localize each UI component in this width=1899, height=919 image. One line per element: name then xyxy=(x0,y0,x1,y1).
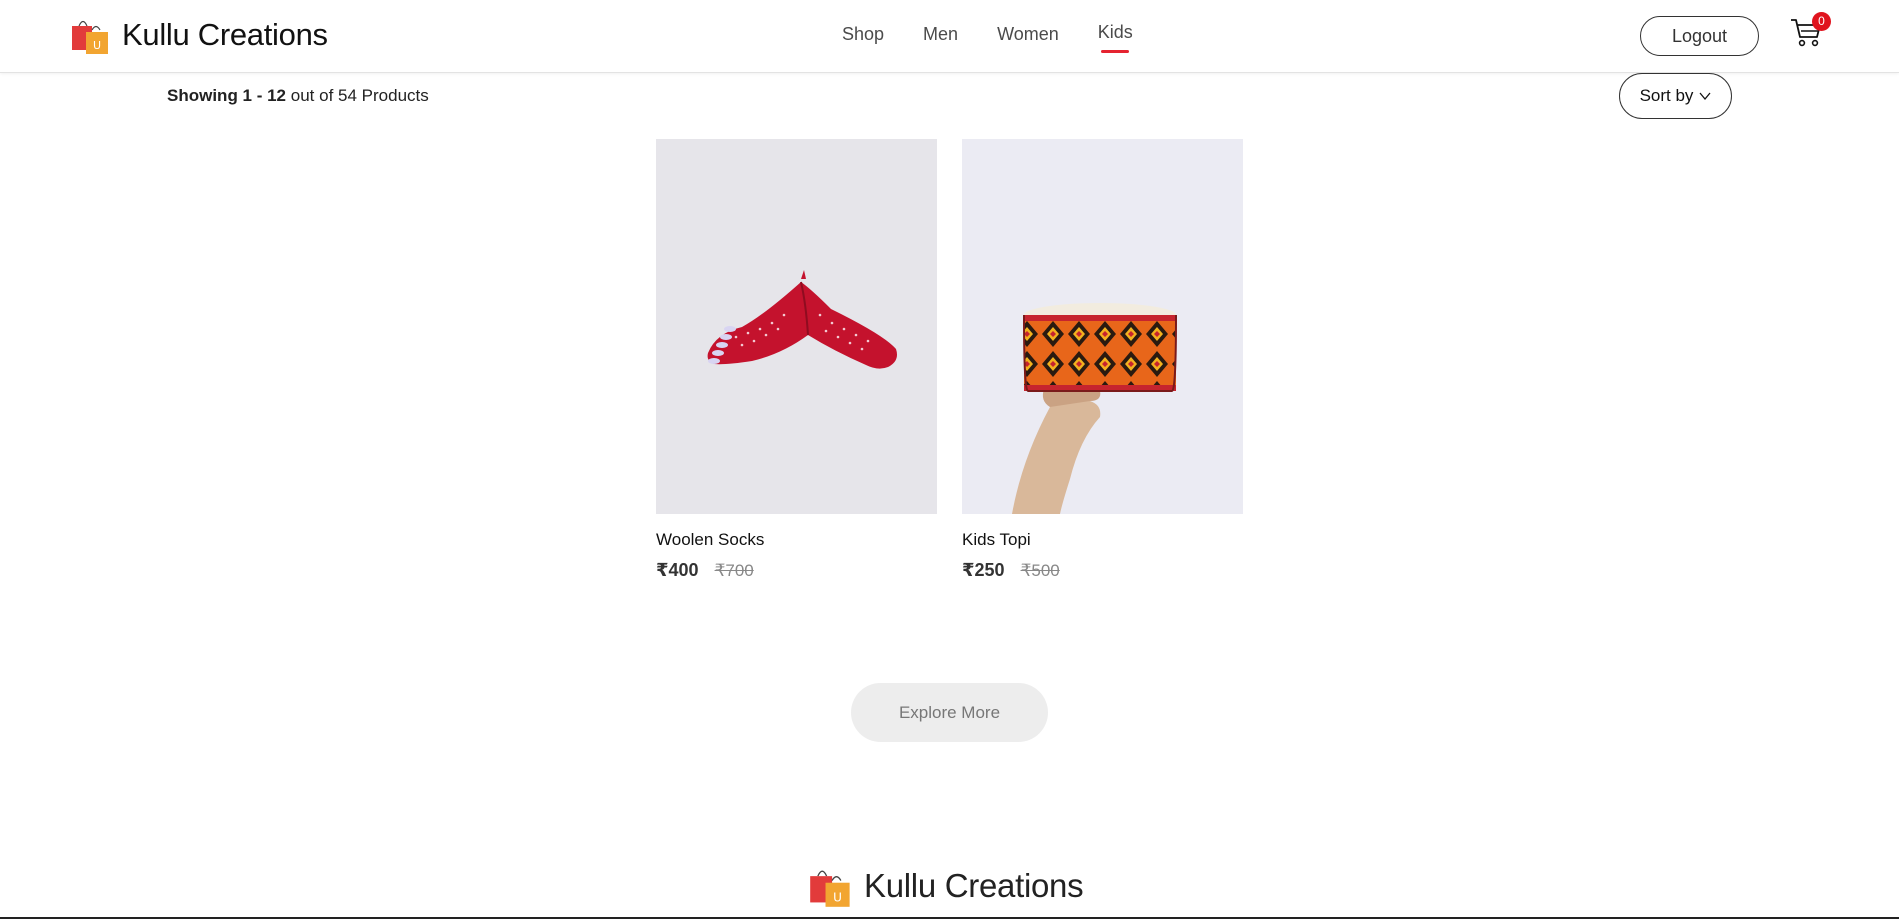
product-image[interactable] xyxy=(962,139,1243,514)
woolen-socks-image xyxy=(707,270,897,369)
main-nav: Shop Men Women Kids xyxy=(842,22,1172,51)
sort-by-button[interactable]: Sort by xyxy=(1619,73,1732,119)
nav-men[interactable]: Men xyxy=(923,24,958,51)
results-range: Showing 1 - 12 xyxy=(167,86,287,105)
price-row: ₹250 ₹500 xyxy=(962,560,1243,581)
product-original-price: ₹700 xyxy=(714,561,754,580)
svg-text:U: U xyxy=(833,890,842,904)
product-original-price: ₹500 xyxy=(1020,561,1060,580)
product-name[interactable]: Woolen Socks xyxy=(656,530,937,550)
logout-button[interactable]: Logout xyxy=(1640,16,1759,56)
nav-women[interactable]: Women xyxy=(997,24,1059,51)
product-image[interactable] xyxy=(656,139,937,514)
sort-label: Sort by xyxy=(1639,86,1694,105)
price-row: ₹400 ₹700 xyxy=(656,560,937,581)
product-card-kids-topi[interactable]: Kids Topi ₹250 ₹500 xyxy=(962,139,1243,581)
explore-more-button[interactable]: Explore More xyxy=(851,683,1048,742)
brand-logo-link[interactable]: U Kullu Creations xyxy=(70,14,328,56)
chevron-down-icon xyxy=(1699,92,1711,100)
results-total: out of 54 Products xyxy=(290,86,429,105)
nav-shop[interactable]: Shop xyxy=(842,24,884,51)
results-count: Showing 1 - 12 out of 54 Products xyxy=(167,86,429,106)
product-price: ₹250 xyxy=(962,560,1005,580)
footer-brand-name: Kullu Creations xyxy=(864,867,1084,904)
svg-text:U: U xyxy=(93,39,101,52)
nav-kids[interactable]: Kids xyxy=(1098,22,1133,49)
product-name[interactable]: Kids Topi xyxy=(962,530,1243,550)
shopping-bag-logo-icon: U xyxy=(72,20,108,54)
footer-brand[interactable]: U Kullu Creations xyxy=(808,863,1084,909)
kids-topi-image xyxy=(1012,303,1177,514)
shopping-bag-logo-icon: U xyxy=(810,870,850,907)
site-header: U Kullu Creations Shop Men Women Kids Lo… xyxy=(0,0,1899,73)
cart-count-badge: 0 xyxy=(1812,12,1831,31)
product-card-woolen-socks[interactable]: Woolen Socks ₹400 ₹700 xyxy=(656,139,937,581)
product-price: ₹400 xyxy=(656,560,699,580)
brand-name: Kullu Creations xyxy=(122,17,328,52)
